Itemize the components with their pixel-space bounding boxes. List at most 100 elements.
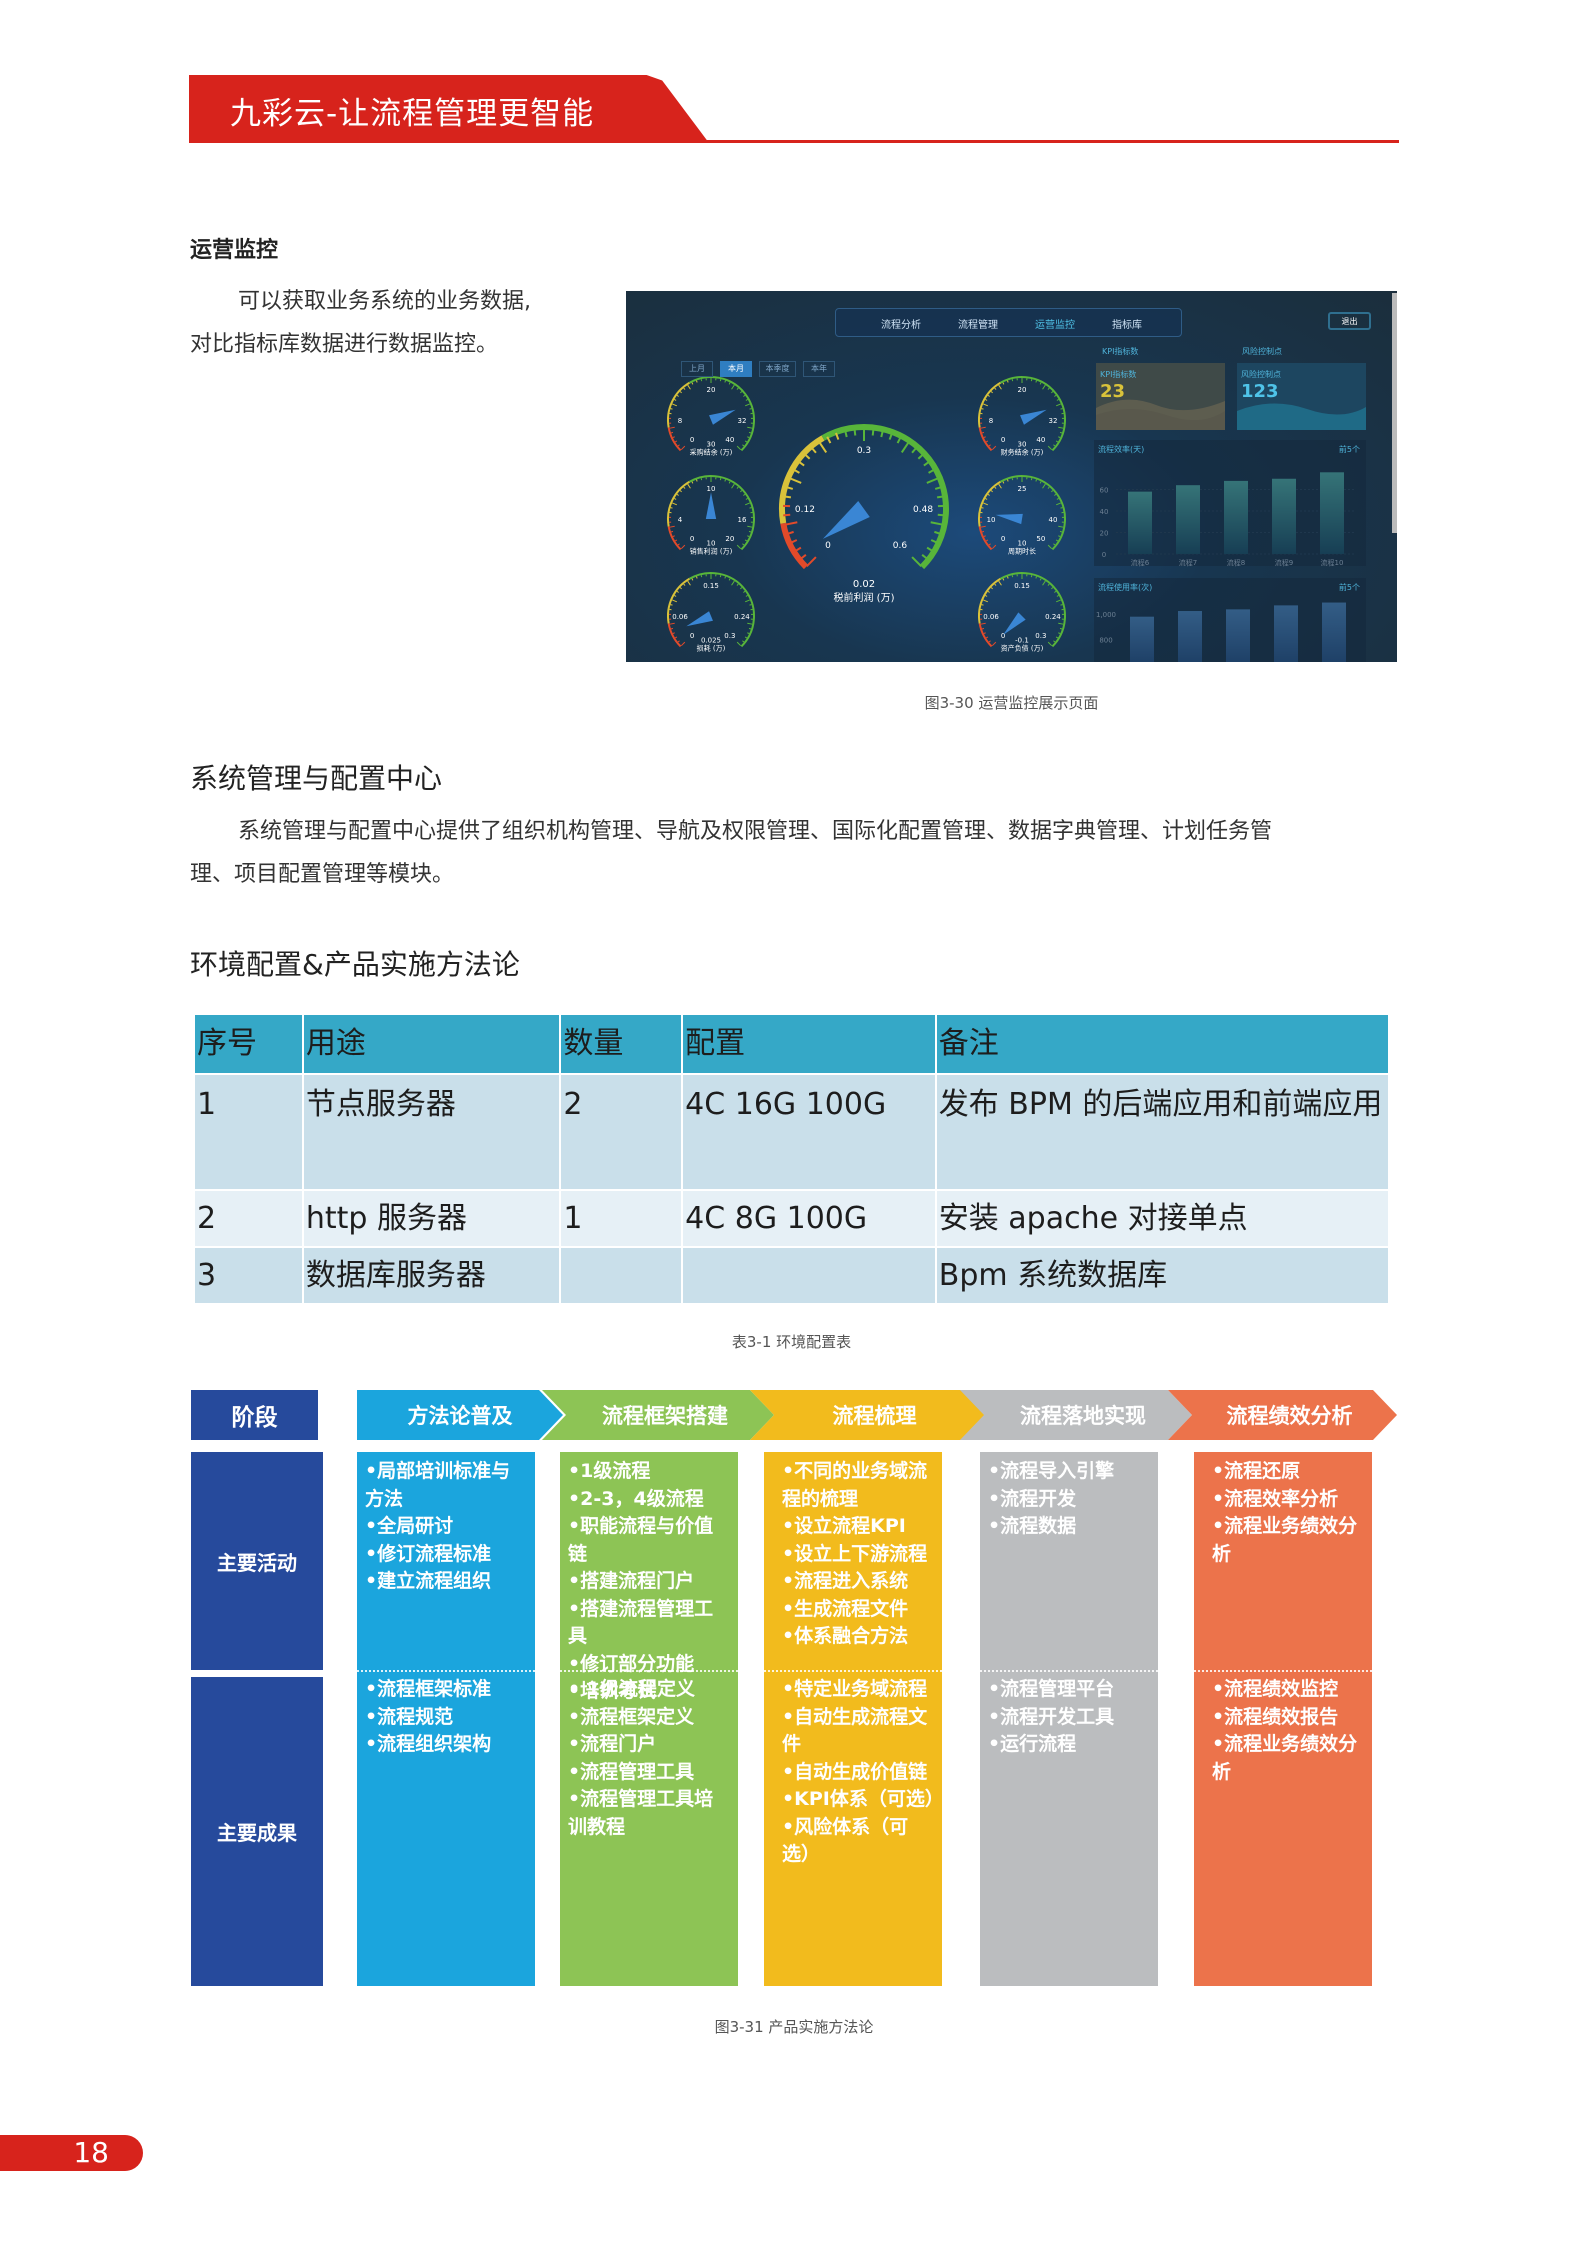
gauge-tick xyxy=(674,498,677,500)
gauge-needle xyxy=(1020,409,1047,425)
gauge-tick xyxy=(783,495,792,499)
cell: 节点服务器 xyxy=(301,1073,562,1191)
table-row: 1 节点服务器 2 4C 16G 100G 发布 BPM 的后端应用和前端应用 xyxy=(193,1073,1391,1191)
gauge-arc xyxy=(978,623,993,648)
chart-badge[interactable]: 前5个 xyxy=(1339,582,1360,593)
gauge-tick-label: 40 xyxy=(1048,516,1057,524)
gauge-tick xyxy=(728,481,731,484)
gauge-tick-label: 0 xyxy=(690,535,694,543)
gauge-tick xyxy=(676,394,679,397)
tab-process-analysis[interactable]: 流程分析 xyxy=(881,316,921,331)
gauge-tick xyxy=(731,483,735,489)
phase-arrow: 方法论普及 xyxy=(357,1390,563,1440)
gauge-tick xyxy=(672,502,678,506)
gauge-tick-label: 10 xyxy=(987,516,996,524)
gauge-tick xyxy=(744,539,748,542)
gauge-arc xyxy=(667,623,682,648)
period-last-month[interactable]: 上月 xyxy=(681,361,713,377)
gauge-tick xyxy=(1058,426,1064,429)
gauge-tick xyxy=(683,486,686,489)
gauge-tick xyxy=(1056,595,1059,597)
gauge-tick xyxy=(990,587,993,590)
gauge-tick xyxy=(744,440,748,443)
tab-operations-monitoring[interactable]: 运营监控 xyxy=(1035,316,1075,331)
gauge-tick xyxy=(1047,387,1050,390)
cell: 安装 apache 对接单点 xyxy=(934,1189,1391,1248)
gauge-tick xyxy=(1055,539,1059,542)
logout-button[interactable]: 退出 xyxy=(1328,312,1371,330)
gauge-tick xyxy=(998,483,1002,489)
table-row: 2 http 服务器 1 4C 8G 100G 安装 apache 对接单点 xyxy=(193,1189,1391,1248)
gauge-value: 0.02 xyxy=(853,579,875,590)
gauge-tick xyxy=(676,590,679,593)
gauge-tick xyxy=(724,479,727,482)
gauge-tick xyxy=(744,502,750,506)
gauge-arc xyxy=(1000,572,1066,648)
gauge-tick xyxy=(806,556,817,567)
gauge-tick-label: 0 xyxy=(1001,436,1005,444)
result-item: •特定业务域流程 xyxy=(782,1678,928,1700)
system-text: 系统管理与配置中心提供了组织机构管理、导航及权限管理、国际化配置管理、数据字典管… xyxy=(190,810,1405,896)
cell: 2 xyxy=(193,1189,304,1248)
gauge-label: 资产负债 (万) xyxy=(1001,643,1044,652)
phase-arrow: 流程框架搭建 xyxy=(542,1390,774,1440)
activity-item: •全局研讨 xyxy=(365,1515,454,1537)
cell: http 服务器 xyxy=(301,1189,562,1248)
gauge-tick xyxy=(1055,599,1061,603)
result-item: •流程管理平台 xyxy=(988,1678,1115,1700)
gauge-tick xyxy=(674,636,678,639)
gauge-tick xyxy=(736,641,742,647)
results-list: •流程框架标准 •流程规范 •流程组织架构 xyxy=(365,1676,529,1759)
period-this-month[interactable]: 本月 xyxy=(720,361,752,377)
text-line: 可以获取业务系统的业务数据, xyxy=(238,289,531,314)
gauge-label: 销售利润 (万) xyxy=(690,546,733,555)
activity-item: •设立上下游流程 xyxy=(782,1542,928,1565)
result-item: •流程绩效报告 xyxy=(1212,1705,1339,1728)
gauge-tick-label: 25 xyxy=(1018,485,1027,493)
period-this-quarter[interactable]: 本季度 xyxy=(759,361,796,377)
gauge-tick xyxy=(1047,445,1053,451)
activity-item: •体系融合方法 xyxy=(782,1625,909,1647)
gauge-arc xyxy=(667,427,682,452)
gauge-tick xyxy=(679,587,682,590)
tab-indicator-library[interactable]: 指标库 xyxy=(1112,316,1142,331)
chart-title: 流程使用率(次) xyxy=(1098,583,1153,592)
activities-list: •流程还原 •流程效率分析 •流程业务绩效分析 xyxy=(1202,1458,1364,1568)
header-rule xyxy=(189,140,1399,143)
phase-name: 流程框架搭建 xyxy=(602,1404,728,1428)
results-list: •流程管理平台 •流程开发工具 •运行流程 xyxy=(988,1676,1152,1759)
result-item: • 1级流程定义 xyxy=(568,1678,695,1700)
gauge-tick xyxy=(728,382,731,385)
period-this-year[interactable]: 本年 xyxy=(803,361,835,377)
phase-column: •流程导入引擎 •流程开发 •流程数据 •流程管理平台 •流程开发工具 •运行流程 xyxy=(980,1452,1158,1986)
tab-process-management[interactable]: 流程管理 xyxy=(958,316,998,331)
efficiency-chart-panel: 流程效率(天) 前5个 xyxy=(1094,440,1366,566)
gauge-tick xyxy=(981,627,985,630)
gauge-tick xyxy=(991,641,997,647)
gauge-tick-label: 0.06 xyxy=(983,613,999,621)
result-item: •KPI体系（可选） xyxy=(782,1788,944,1810)
phase-arrow: 流程梳理 xyxy=(750,1390,985,1440)
dotted-divider xyxy=(980,1670,1158,1672)
gauge-tick xyxy=(985,498,988,500)
gauge-tick-label: 4 xyxy=(678,516,683,524)
scrollbar[interactable] xyxy=(1392,293,1397,533)
gauge-tick xyxy=(1047,583,1050,586)
chart-badge[interactable]: 前5个 xyxy=(1339,444,1360,455)
environment-table: 序号 用途 数量 配置 备注 1 节点服务器 2 4C 16G 100G 发布 … xyxy=(193,1013,1391,1305)
activities-list: •局部培训标准与方法 •全局研讨 •修订流程标准 •建立流程组织 xyxy=(365,1458,527,1596)
gauge-tick-label: 0 xyxy=(1001,535,1005,543)
gauge-tick xyxy=(679,391,682,394)
gauge-tick xyxy=(687,483,691,489)
gauge-tick xyxy=(669,426,675,429)
result-item: •流程管理工具 xyxy=(568,1760,695,1783)
result-item: •流程门户 xyxy=(568,1733,657,1755)
phase-name: 流程落地实现 xyxy=(1020,1404,1146,1428)
gauge-tick xyxy=(998,384,1002,390)
gauge-tick xyxy=(784,521,798,526)
gauge-tick xyxy=(731,580,735,586)
gauge-tick xyxy=(1006,576,1009,579)
gauge-tick-label: 0.24 xyxy=(1045,613,1061,621)
phase-column: •局部培训标准与方法 •全局研讨 •修订流程标准 •建立流程组织 •流程框架标准 •流程规… xyxy=(357,1452,535,1986)
gauge-tick xyxy=(911,556,922,567)
